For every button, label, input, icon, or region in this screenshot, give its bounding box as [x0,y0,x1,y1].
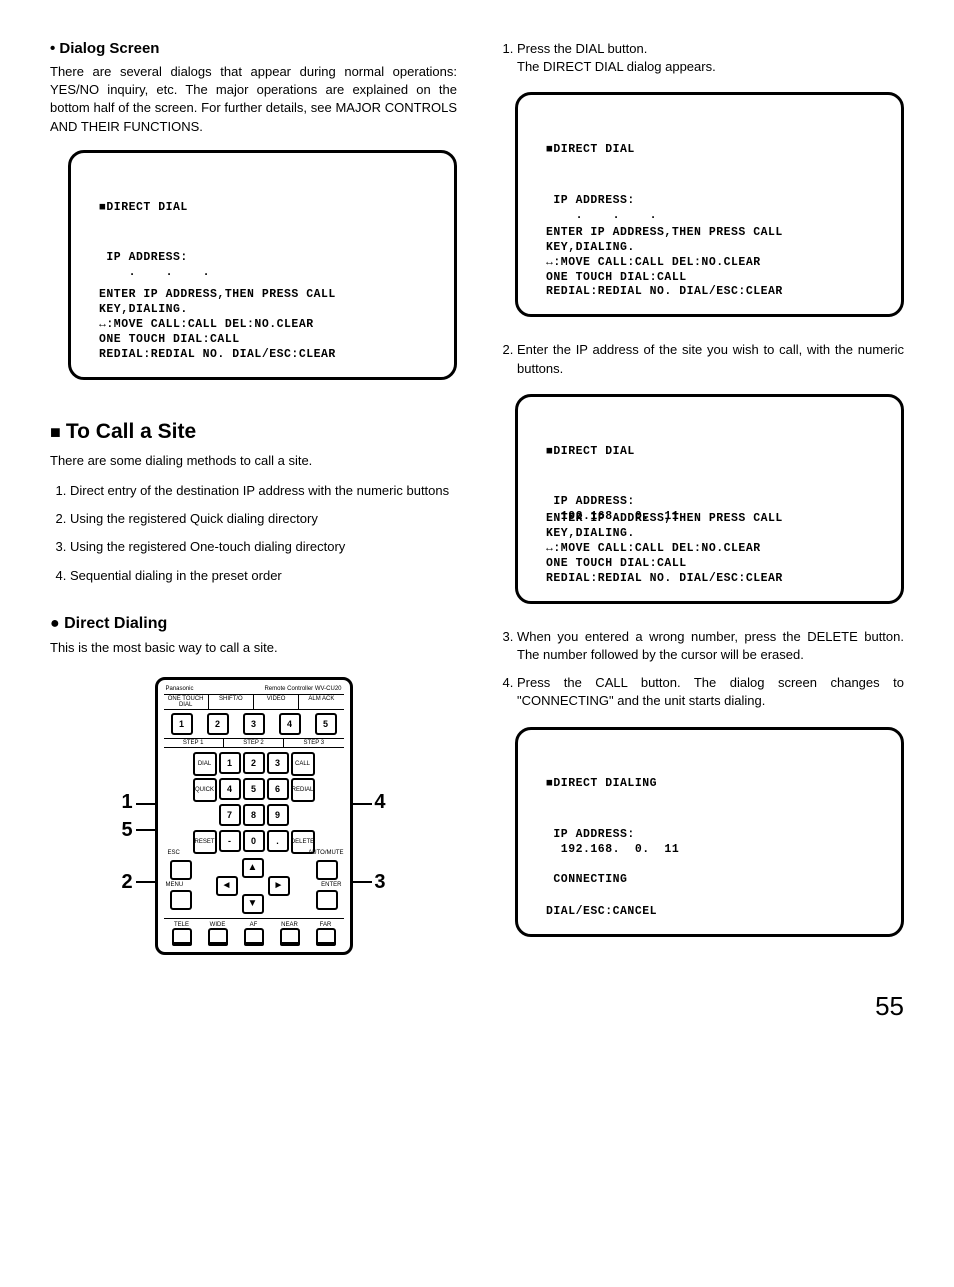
remote-step-tabs: STEP 1 STEP 2 STEP 3 [164,738,344,748]
dialog-title: ■DIRECT DIALING [546,777,881,792]
reset-button[interactable]: RESET [193,830,217,854]
page-number: 55 [50,991,904,1022]
list-item: Direct entry of the destination IP addre… [70,482,457,500]
redial-button[interactable]: REDIAL [291,778,315,802]
auto-label: AUTO/MUTE [308,850,343,856]
dialog-body: IP ADDRESS: 192.168. 0. 11 CONNECTING [546,828,881,888]
af-label: AF [244,922,264,928]
right-steps-top: Press the DIAL button. The DIRECT DIAL d… [497,40,904,76]
onetouch-2[interactable]: 2 [207,713,229,735]
right-steps-3: When you entered a wrong number, press t… [497,628,904,711]
direct-dialing-intro: This is the most basic way to call a sit… [50,639,457,657]
num-1[interactable]: 1 [219,752,241,774]
arrow-left-button[interactable]: ◄ [216,876,238,896]
list-item: Using the registered One-touch dialing d… [70,538,457,556]
right-steps-2: Enter the IP address of the site you wis… [497,341,904,377]
num-3[interactable]: 3 [267,752,289,774]
dialog-box-r3: ■DIRECT DIALING IP ADDRESS: 192.168. 0. … [515,727,904,937]
remote-header: Panasonic Remote Controller WV-CU20 [164,686,344,694]
enter-label: ENTER [321,882,341,888]
step-1: Press the DIAL button. The DIRECT DIAL d… [517,40,904,76]
callout-4: 4 [374,791,385,814]
callout-3: 3 [374,871,385,894]
step-4: Press the CALL button. The dialog screen… [517,674,904,710]
tele-button[interactable] [172,928,192,946]
dialog-box-r2: ■DIRECT DIAL IP ADDRESS: 192.168. 0. 11 … [515,394,904,604]
dialog-box-r1: ■DIRECT DIAL IP ADDRESS: . . . ENTER IP … [515,92,904,317]
wide-button[interactable] [208,928,228,946]
num-dot[interactable]: . [267,830,289,852]
auto-button[interactable] [316,860,338,880]
dialog-footer: ENTER IP ADDRESS,THEN PRESS CALL KEY,DIA… [99,288,434,363]
list-item: Sequential dialing in the preset order [70,567,457,585]
dialog-box-left: ■DIRECT DIAL IP ADDRESS: . . . ENTER IP … [68,150,457,380]
onetouch-5[interactable]: 5 [315,713,337,735]
af-button[interactable] [244,928,264,946]
dial-button[interactable]: DIAL [193,752,217,776]
tele-label: TELE [172,922,192,928]
callout-5: 5 [122,819,133,842]
to-call-heading: To Call a Site [50,420,457,444]
menu-button[interactable] [170,890,192,910]
left-column: Dialog Screen There are several dialogs … [50,40,457,961]
num-dash[interactable]: - [219,830,241,852]
num-5[interactable]: 5 [243,778,265,800]
near-button[interactable] [280,928,300,946]
dialog-body: IP ADDRESS: . . . [546,194,881,224]
near-label: NEAR [280,922,300,928]
remote-body: Panasonic Remote Controller WV-CU20 ONE … [155,677,353,955]
num-0[interactable]: 0 [243,830,265,852]
num-7[interactable]: 7 [219,804,241,826]
dialog-title: ■DIRECT DIAL [546,143,881,158]
menu-label: MENU [166,882,184,888]
step-2: Enter the IP address of the site you wis… [517,341,904,377]
dialog-title: ■DIRECT DIAL [546,445,881,460]
right-column: Press the DIAL button. The DIRECT DIAL d… [497,40,904,961]
remote-diagram: 1 5 2 4 3 Panasonic Remote Controller WV… [144,677,364,955]
callout-2: 2 [122,871,133,894]
quick-button[interactable]: QUICK [193,778,217,802]
to-call-intro: There are some dialing methods to call a… [50,452,457,470]
arrow-up-button[interactable]: ▲ [242,858,264,878]
dialog-screen-para: There are several dialogs that appear du… [50,63,457,136]
to-call-list: Direct entry of the destination IP addre… [50,482,457,585]
call-button[interactable]: CALL [291,752,315,776]
arrow-right-button[interactable]: ► [268,876,290,896]
wide-label: WIDE [208,922,228,928]
esc-button[interactable] [170,860,192,880]
dialog-footer: DIAL/ESC:CANCEL [546,905,881,920]
callout-1: 1 [122,791,133,814]
remote-top-labels: ONE TOUCH DIAL SHIFT/O VIDEO ALM ACK [164,694,344,710]
dialog-footer: ENTER IP ADDRESS,THEN PRESS CALL KEY,DIA… [546,226,881,301]
arrow-down-button[interactable]: ▼ [242,894,264,914]
num-2[interactable]: 2 [243,752,265,774]
onetouch-3[interactable]: 3 [243,713,265,735]
far-button[interactable] [316,928,336,946]
remote-onetouch-row: 1 2 3 4 5 [164,713,344,735]
num-9[interactable]: 9 [267,804,289,826]
dialog-title: ■DIRECT DIAL [99,201,434,216]
dialog-screen-heading: Dialog Screen [50,40,457,57]
far-label: FAR [316,922,336,928]
remote-arrows: ESC AUTO/MUTE MENU ENTER ▲ ▼ ◄ ► [164,858,344,914]
num-8[interactable]: 8 [243,804,265,826]
dialog-body: IP ADDRESS: . . . [99,251,434,281]
remote-zoom-row: TELE WIDE AF NEAR [164,918,344,946]
step-3: When you entered a wrong number, press t… [517,628,904,664]
remote-numpad: DIAL 1 2 3 CALL QUICK 4 5 6 REDIAL 7 8 9… [164,752,344,854]
direct-dialing-heading: Direct Dialing [50,615,457,633]
esc-label: ESC [168,850,180,856]
onetouch-4[interactable]: 4 [279,713,301,735]
onetouch-1[interactable]: 1 [171,713,193,735]
num-4[interactable]: 4 [219,778,241,800]
dialog-footer: ENTER IP ADDRESS,THEN PRESS CALL KEY,DIA… [546,512,881,587]
num-6[interactable]: 6 [267,778,289,800]
enter-button[interactable] [316,890,338,910]
list-item: Using the registered Quick dialing direc… [70,510,457,528]
